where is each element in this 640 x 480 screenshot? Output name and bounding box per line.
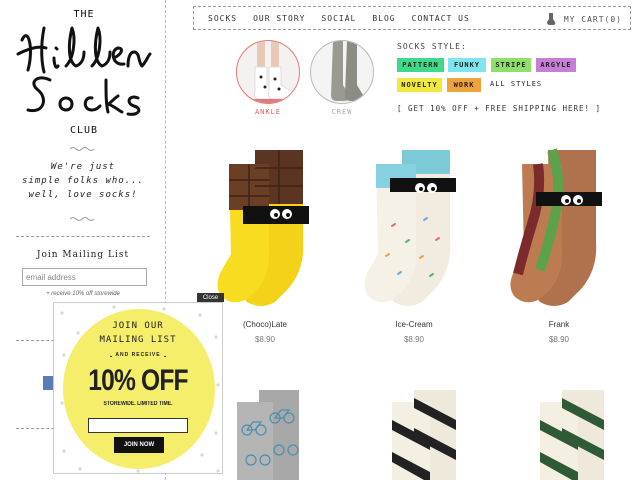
product-image-ice-cream[interactable] [362, 146, 462, 308]
socks-style-title: SOCKS STYLE: [397, 42, 467, 51]
category-ankle[interactable] [236, 40, 300, 104]
product-name-frank[interactable]: Frank [499, 320, 619, 329]
squiggle-divider [70, 217, 95, 221]
tagline-line-3: well, love socks! [28, 190, 138, 200]
mailing-list-title: Join Mailing List [36, 250, 130, 260]
tag-stripe[interactable]: STRIPE [491, 58, 531, 72]
tag-novelty[interactable]: NOVELTY [397, 78, 442, 92]
email-input[interactable] [22, 268, 147, 286]
popup-line-storewide: STOREWIDE. LIMITED TIME. [103, 401, 173, 407]
product-image-stripe-green[interactable] [528, 390, 618, 480]
cart-link[interactable]: MY CART (0) [546, 13, 622, 25]
tagline: We're just simple folks who... well, lov… [0, 160, 166, 202]
cart-label: MY CART [563, 14, 605, 24]
product-image-choco[interactable] [215, 146, 315, 308]
product-price-choco: $8.90 [254, 335, 276, 344]
tagline-line-2: simple folks who... [22, 176, 144, 186]
nav-blog[interactable]: BLOG [372, 14, 395, 23]
nav-socks[interactable]: SOCKS [208, 14, 237, 23]
ankle-sock-image [247, 41, 293, 103]
nav-social[interactable]: SOCIAL [321, 14, 356, 23]
logo-club: CLUB [69, 125, 99, 136]
facebook-icon[interactable] [43, 376, 53, 390]
popup-join-button[interactable]: JOIN NOW [114, 437, 164, 453]
product-name-ice-cream[interactable]: Ice-Cream [354, 320, 474, 329]
popup-email-input[interactable] [88, 418, 188, 433]
popup-line-mailing-list: MAILING LIST [99, 335, 177, 345]
tag-work[interactable]: WORK [447, 78, 481, 92]
nav-contact-us[interactable]: CONTACT US [412, 14, 470, 23]
category-label-ankle[interactable]: ANKLE [236, 108, 300, 116]
mailing-note: + receive 10% off storewide [46, 291, 120, 297]
tagline-line-1: We're just [50, 162, 116, 172]
tag-funky[interactable]: FUNKY [448, 58, 486, 72]
sidebar-divider [16, 236, 150, 237]
popup-and-receive-text: AND RECEIVE [112, 352, 164, 358]
squiggle-divider [70, 147, 95, 151]
top-nav: SOCKS OUR STORY SOCIAL BLOG CONTACT US M… [193, 6, 631, 30]
logo-script-image [16, 26, 152, 116]
product-name-choco[interactable]: (Choco)Late [205, 320, 325, 329]
crew-sock-image [331, 41, 364, 101]
site-logo[interactable]: THE CLUB [14, 6, 154, 136]
product-image-bicycle[interactable] [225, 390, 315, 480]
product-price-frank: $8.90 [548, 335, 570, 344]
tag-argyle[interactable]: ARGYLE [536, 58, 576, 72]
category-label-crew[interactable]: CREW [310, 108, 374, 116]
cart-count: (0) [604, 14, 622, 24]
popup-close-button[interactable]: Close [197, 293, 224, 302]
promo-link[interactable]: [ GET 10% OFF + FREE SHIPPING HERE! ] [397, 104, 601, 113]
all-styles-link[interactable]: ALL STYLES [490, 80, 542, 88]
sock-cart-icon [546, 13, 556, 25]
popup-line-join-our: JOIN OUR [112, 321, 164, 331]
popup-line-and-receive: AND RECEIVE [53, 352, 223, 358]
product-price-ice-cream: $8.90 [403, 335, 425, 344]
nav-our-story[interactable]: OUR STORY [253, 14, 305, 23]
popup-headline: 10% OFF [88, 364, 188, 397]
tag-pattern[interactable]: PATTERN [397, 58, 444, 72]
product-image-stripe-black[interactable] [380, 390, 470, 480]
category-crew[interactable] [310, 40, 374, 104]
product-image-frank[interactable] [508, 146, 608, 308]
